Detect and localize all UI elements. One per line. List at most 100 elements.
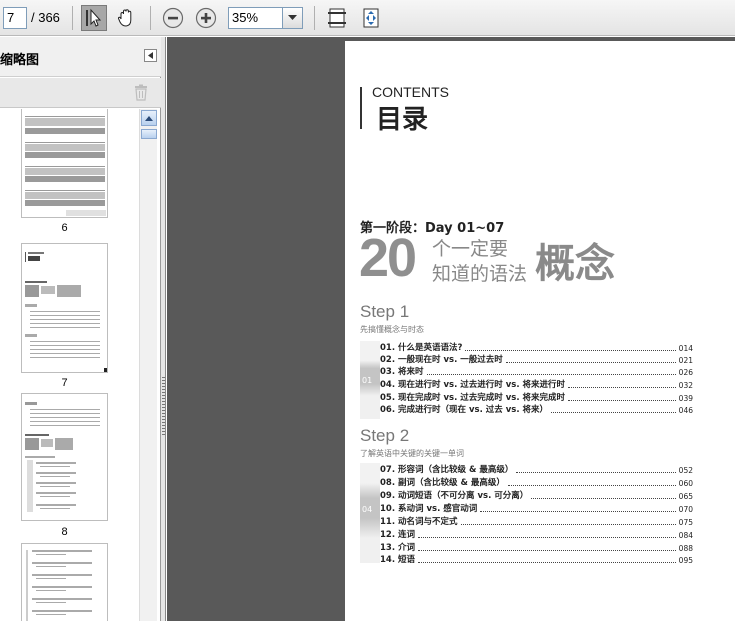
page-total: / 366 [31, 10, 60, 25]
collapse-panel-button[interactable] [144, 49, 157, 62]
toc-item[interactable]: 08. 副词（含比较级 & 最高级） 060 [380, 476, 693, 488]
hand-tool-button[interactable] [113, 5, 139, 31]
toc-item[interactable]: 06. 完成进行时（现在 vs. 过去 vs. 将来） 046 [380, 403, 693, 415]
toc-item-title: 08. 副词（含比较级 & 最高级） [380, 478, 505, 488]
thumbnail-image [25, 116, 106, 216]
toc-item[interactable]: 01. 什么是英语语法? 014 [380, 341, 693, 353]
toc-item-page: 070 [678, 505, 693, 514]
toc-leader [505, 362, 676, 363]
toc-item-title: 04. 现在进行时 vs. 过去进行时 vs. 将来进行时 [380, 380, 566, 390]
plus-circle-icon [195, 7, 217, 29]
toc-item-page: 032 [678, 381, 693, 390]
toc-item[interactable]: 10. 系动词 vs. 感官动词 070 [380, 502, 693, 514]
step-block-label: 01 [362, 376, 373, 385]
toc-leader [551, 412, 676, 413]
thumbnail-list: 6 7 8 [0, 109, 139, 621]
zoom-out-button[interactable] [160, 5, 186, 31]
toc-item-title: 10. 系动词 vs. 感官动词 [380, 504, 478, 514]
toc-leader [568, 400, 676, 401]
fit-width-icon [363, 8, 379, 28]
toc-item[interactable]: 05. 现在完成时 vs. 过去完成时 vs. 将来完成时 039 [380, 391, 693, 403]
toc-item[interactable]: 12. 连词 084 [380, 528, 693, 540]
thumbnail-page[interactable] [21, 543, 108, 621]
toc-leader [418, 537, 676, 538]
toc-item-title: 12. 连词 [380, 530, 416, 540]
toc-item-title: 11. 动名词与不定式 [380, 517, 458, 527]
zoom-dropdown-button[interactable] [282, 7, 303, 29]
chevron-up-icon [145, 115, 153, 121]
toc-item[interactable]: 13. 介词 088 [380, 541, 693, 553]
zoom-level-input[interactable]: 35% [228, 7, 283, 29]
step-title: Step 1 [360, 302, 410, 321]
thumbnail-toolbar [0, 78, 161, 108]
contents-heading-en: CONTENTS [372, 84, 449, 100]
toc-item-title: 02. 一般现在时 vs. 一般过去时 [380, 355, 503, 365]
toc-item-title: 01. 什么是英语语法? [380, 343, 463, 353]
scrollbar-thumb[interactable] [141, 129, 157, 139]
toc-leader [418, 550, 676, 551]
toc-item[interactable]: 14. 短语 095 [380, 553, 693, 565]
panel-splitter[interactable] [161, 37, 166, 621]
splitter-grip [162, 377, 165, 437]
contents-bar [360, 87, 362, 129]
document-page: CONTENTS 目录 第一阶段：Day 01~07 20 个一定要 知道的语法… [345, 41, 735, 621]
toc-item[interactable]: 07. 形容词（含比较级 & 最高级） 052 [380, 463, 693, 475]
toc-item-page: 088 [678, 544, 693, 553]
thumbnail-panel: 缩略图 6 7 8 [0, 37, 161, 621]
thumbnail-label: 8 [61, 526, 68, 538]
chevron-left-icon [147, 52, 153, 59]
step-block: 04 [360, 463, 380, 563]
minus-circle-icon [162, 7, 184, 29]
toc-leader [460, 524, 676, 525]
page-number-input[interactable]: 7 [3, 7, 27, 29]
toc-item-title: 13. 介词 [380, 543, 416, 553]
delete-page-button[interactable] [134, 84, 148, 104]
select-tool-button[interactable] [81, 5, 107, 31]
step-block: 01 [360, 341, 380, 419]
toc-item-page: 075 [678, 518, 693, 527]
thumbnail-label: 6 [61, 222, 68, 234]
zoom-in-button[interactable] [193, 5, 219, 31]
thumbnail-image [26, 550, 92, 621]
thumbnail-scrollbar[interactable] [139, 109, 157, 621]
toc-item[interactable]: 02. 一般现在时 vs. 一般过去时 021 [380, 353, 693, 365]
toc-item-page: 060 [678, 479, 693, 488]
step-block-label: 04 [362, 505, 373, 514]
chevron-down-icon [288, 15, 297, 20]
toc-item-page: 026 [678, 368, 693, 377]
toc-item[interactable]: 11. 动名词与不定式 075 [380, 515, 693, 527]
toc-list: 07. 形容词（含比较级 & 最高级） 052 08. 副词（含比较级 & 最高级… [380, 463, 693, 565]
toc-item-title: 14. 短语 [380, 555, 416, 565]
scroll-up-button[interactable] [141, 110, 157, 126]
step-title: Step 2 [360, 426, 410, 445]
thumbnail-image [25, 402, 100, 512]
document-viewport[interactable]: CONTENTS 目录 第一阶段：Day 01~07 20 个一定要 知道的语法… [167, 37, 735, 621]
toc-leader [568, 387, 676, 388]
thumbnail-page-current[interactable] [21, 243, 108, 373]
toc-item[interactable]: 04. 现在进行时 vs. 过去进行时 vs. 将来进行时 032 [380, 378, 693, 390]
toolbar-separator [150, 6, 151, 30]
toolbar-separator [314, 6, 315, 30]
toc-item-page: 046 [678, 406, 693, 415]
thumbnail-page[interactable] [21, 393, 108, 521]
toc-list: 01. 什么是英语语法? 014 02. 一般现在时 vs. 一般过去时 021 0… [380, 341, 693, 416]
thumbnail-page[interactable] [21, 109, 108, 218]
toc-leader [480, 511, 676, 512]
toc-item-title: 05. 现在完成时 vs. 过去完成时 vs. 将来完成时 [380, 393, 566, 403]
hand-icon [117, 9, 132, 27]
toc-item-title: 06. 完成进行时（现在 vs. 过去 vs. 将来） [380, 405, 549, 415]
step-subtitle: 了解英语中关键的关键一单词 [360, 449, 464, 458]
toc-item-page: 039 [678, 394, 693, 403]
big-title-line1: 个一定要 [432, 238, 509, 260]
contents-heading-zh: 目录 [376, 105, 429, 135]
toc-item-title: 07. 形容词（含比较级 & 最高级） [380, 465, 514, 475]
toc-leader [426, 374, 676, 375]
toc-leader [507, 485, 676, 486]
toc-leader [465, 350, 676, 351]
fit-width-button[interactable] [358, 5, 384, 31]
toc-leader [418, 562, 676, 563]
fit-page-button[interactable] [324, 5, 350, 31]
big-number: 20 [359, 228, 417, 288]
toc-item[interactable]: 09. 动词短语（不可分离 vs. 可分离） 065 [380, 489, 693, 501]
toc-item[interactable]: 03. 将来时 026 [380, 365, 693, 377]
